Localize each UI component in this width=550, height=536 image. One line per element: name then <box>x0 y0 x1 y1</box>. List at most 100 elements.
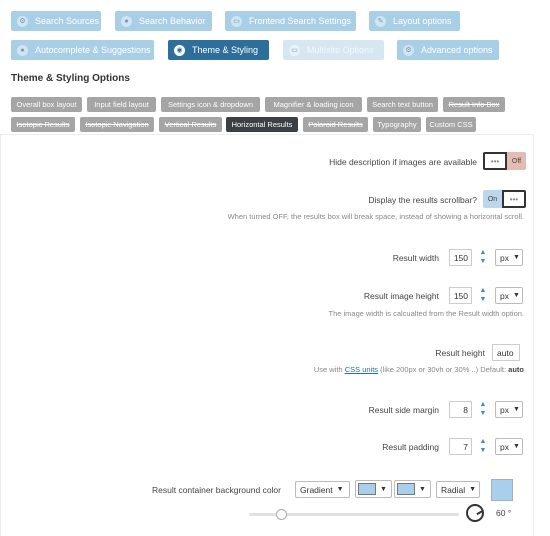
angle-value: 60 ° <box>496 508 511 518</box>
css-units-link[interactable]: CSS units <box>345 365 378 374</box>
gear-icon: ⚙ <box>17 15 28 27</box>
result-height-input[interactable]: auto <box>492 344 520 361</box>
subtab-typography[interactable]: Typography <box>373 117 421 132</box>
subtab-search-text-button[interactable]: Search text button <box>367 97 438 112</box>
side-margin-unit-select[interactable]: px ▼ <box>495 401 523 418</box>
chevron-down-icon[interactable]: ▼ <box>480 446 487 455</box>
subtab-input-field-layout[interactable]: Input field layout <box>87 97 156 112</box>
chevron-up-icon[interactable]: ▲ <box>480 248 487 257</box>
gears-icon: ⚙ <box>403 44 414 56</box>
subtab-isotopic-navigation[interactable]: Isotopic Navigation <box>80 117 154 132</box>
section-title: Theme & Styling Options <box>11 73 130 84</box>
result-width-input[interactable]: 150 <box>449 249 472 266</box>
result-width-stepper[interactable]: ▲ ▼ <box>478 248 488 268</box>
toggle-state: Off <box>511 157 522 165</box>
window-icon: ▭ <box>289 44 300 56</box>
caret-down-icon: ▼ <box>380 485 387 493</box>
padding-input[interactable]: 7 <box>449 438 472 455</box>
bg-type-select[interactable]: Gradient ▼ <box>295 481 350 498</box>
bg-color-picker-1[interactable]: ▼ <box>355 480 392 498</box>
subtab-horizontal-results[interactable]: Horizontal Results <box>226 117 298 132</box>
image-height-stepper[interactable]: ▲ ▼ <box>478 286 488 306</box>
angle-slider-handle[interactable] <box>275 509 287 520</box>
image-height-unit-select[interactable]: px ▼ <box>495 287 523 304</box>
chevron-up-icon[interactable]: ▲ <box>480 437 487 446</box>
chevron-down-icon: ▼ <box>469 486 477 493</box>
select-value: px <box>500 441 509 452</box>
tab-label: Layout options <box>393 16 452 26</box>
desc-prefix: Use with <box>313 365 343 374</box>
result-width-label: Result width <box>392 253 439 263</box>
tab-advanced-options[interactable]: ⚙ Advanced options <box>397 40 499 60</box>
padding-stepper[interactable]: ▲ ▼ <box>478 437 488 457</box>
tab-label: Multisite Options <box>307 45 374 55</box>
result-width-unit-select[interactable]: px ▼ <box>495 249 523 266</box>
caret-down-icon: ▼ <box>419 485 426 493</box>
bg-color-label: Result container background color <box>152 485 281 495</box>
window-icon: ▭ <box>231 15 242 27</box>
select-value: px <box>500 404 509 415</box>
tab-theme-styling[interactable]: ◉ Theme & Styling <box>168 40 269 60</box>
select-value: px <box>500 290 509 301</box>
subtab-result-info-box[interactable]: Result Info Box <box>443 97 505 112</box>
color-swatch <box>397 483 415 495</box>
tab-label: Autocomplete & Suggestions <box>35 45 151 55</box>
bg-color-picker-2[interactable]: ▼ <box>394 480 431 498</box>
subtab-polaroid-results[interactable]: Polaroid Results <box>303 117 368 132</box>
bg-shape-select[interactable]: Radial ▼ <box>436 481 480 498</box>
result-height-description: Use with CSS units (like 200px or 30vh o… <box>314 365 524 374</box>
subtab-isotopic-results[interactable]: Isotopic Results <box>11 117 75 132</box>
toggle-knob: ••• <box>502 190 526 208</box>
tab-frontend-search-settings[interactable]: ▭ Frontend Search Settings <box>225 11 356 31</box>
scrollbar-description: When turned OFF, the results box will br… <box>227 212 524 221</box>
hide-description-toggle[interactable]: ••• Off <box>483 152 526 170</box>
side-margin-label: Result side margin <box>368 405 439 415</box>
chevron-down-icon[interactable]: ▼ <box>480 409 487 418</box>
angle-dial[interactable] <box>466 504 484 522</box>
desc-default: auto <box>508 365 524 374</box>
tab-search-sources[interactable]: ⚙ Search Sources <box>11 11 101 31</box>
tab-search-behavior[interactable]: ● Search Behavior <box>115 11 212 31</box>
pin-icon: ● <box>121 15 132 27</box>
chevron-down-icon: ▼ <box>512 443 520 450</box>
toggle-knob: ••• <box>483 152 507 170</box>
hide-description-label: Hide description if images are available <box>329 157 477 167</box>
chevron-down-icon: ▼ <box>336 486 344 493</box>
select-value: Gradient <box>300 484 333 495</box>
chevron-down-icon[interactable]: ▼ <box>480 257 487 266</box>
chevron-up-icon[interactable]: ▲ <box>480 286 487 295</box>
chevron-down-icon[interactable]: ▼ <box>480 295 487 304</box>
image-height-input[interactable]: 150 <box>449 287 472 304</box>
chevron-down-icon: ▼ <box>512 254 520 261</box>
subtab-settings-icon-dropdown[interactable]: Settings icon & dropdown <box>161 97 260 112</box>
tab-label: Frontend Search Settings <box>249 16 352 26</box>
subtab-magnifier-loading-icon[interactable]: Magnifier & loading icon <box>265 97 362 112</box>
side-margin-stepper[interactable]: ▲ ▼ <box>478 400 488 420</box>
subtab-custom-css[interactable]: Custom CSS <box>426 117 476 132</box>
select-value: Radial <box>441 484 466 495</box>
tab-multisite-options[interactable]: ▭ Multisite Options <box>283 40 384 60</box>
subtab-vertical-results[interactable]: Vertical Results <box>159 117 222 132</box>
tab-label: Advanced options <box>421 45 493 55</box>
eye-icon: ◉ <box>174 44 185 56</box>
tab-autocomplete-suggestions[interactable]: ● Autocomplete & Suggestions <box>11 40 154 60</box>
chevron-up-icon[interactable]: ▲ <box>480 400 487 409</box>
result-height-label: Result height <box>435 348 485 358</box>
angle-unit: ° <box>507 508 512 518</box>
tab-label: Search Sources <box>35 16 100 26</box>
tab-label: Theme & Styling <box>192 45 259 55</box>
angle-number: 60 <box>496 508 506 518</box>
toggle-state: On <box>487 195 498 203</box>
gradient-preview <box>491 479 513 501</box>
image-height-label: Result image height <box>363 291 439 301</box>
side-margin-input[interactable]: 8 <box>449 401 472 418</box>
pencil-icon: ✎ <box>375 15 386 27</box>
tab-layout-options[interactable]: ✎ Layout options <box>369 11 460 31</box>
select-value: px <box>500 252 509 263</box>
image-height-description: The image width is calcualted from the R… <box>328 309 524 318</box>
scrollbar-toggle[interactable]: On ••• <box>483 190 526 208</box>
pin-icon: ● <box>17 44 28 56</box>
padding-unit-select[interactable]: px ▼ <box>495 438 523 455</box>
chevron-down-icon: ▼ <box>512 406 520 413</box>
subtab-overall-box-layout[interactable]: Overall box layout <box>11 97 82 112</box>
